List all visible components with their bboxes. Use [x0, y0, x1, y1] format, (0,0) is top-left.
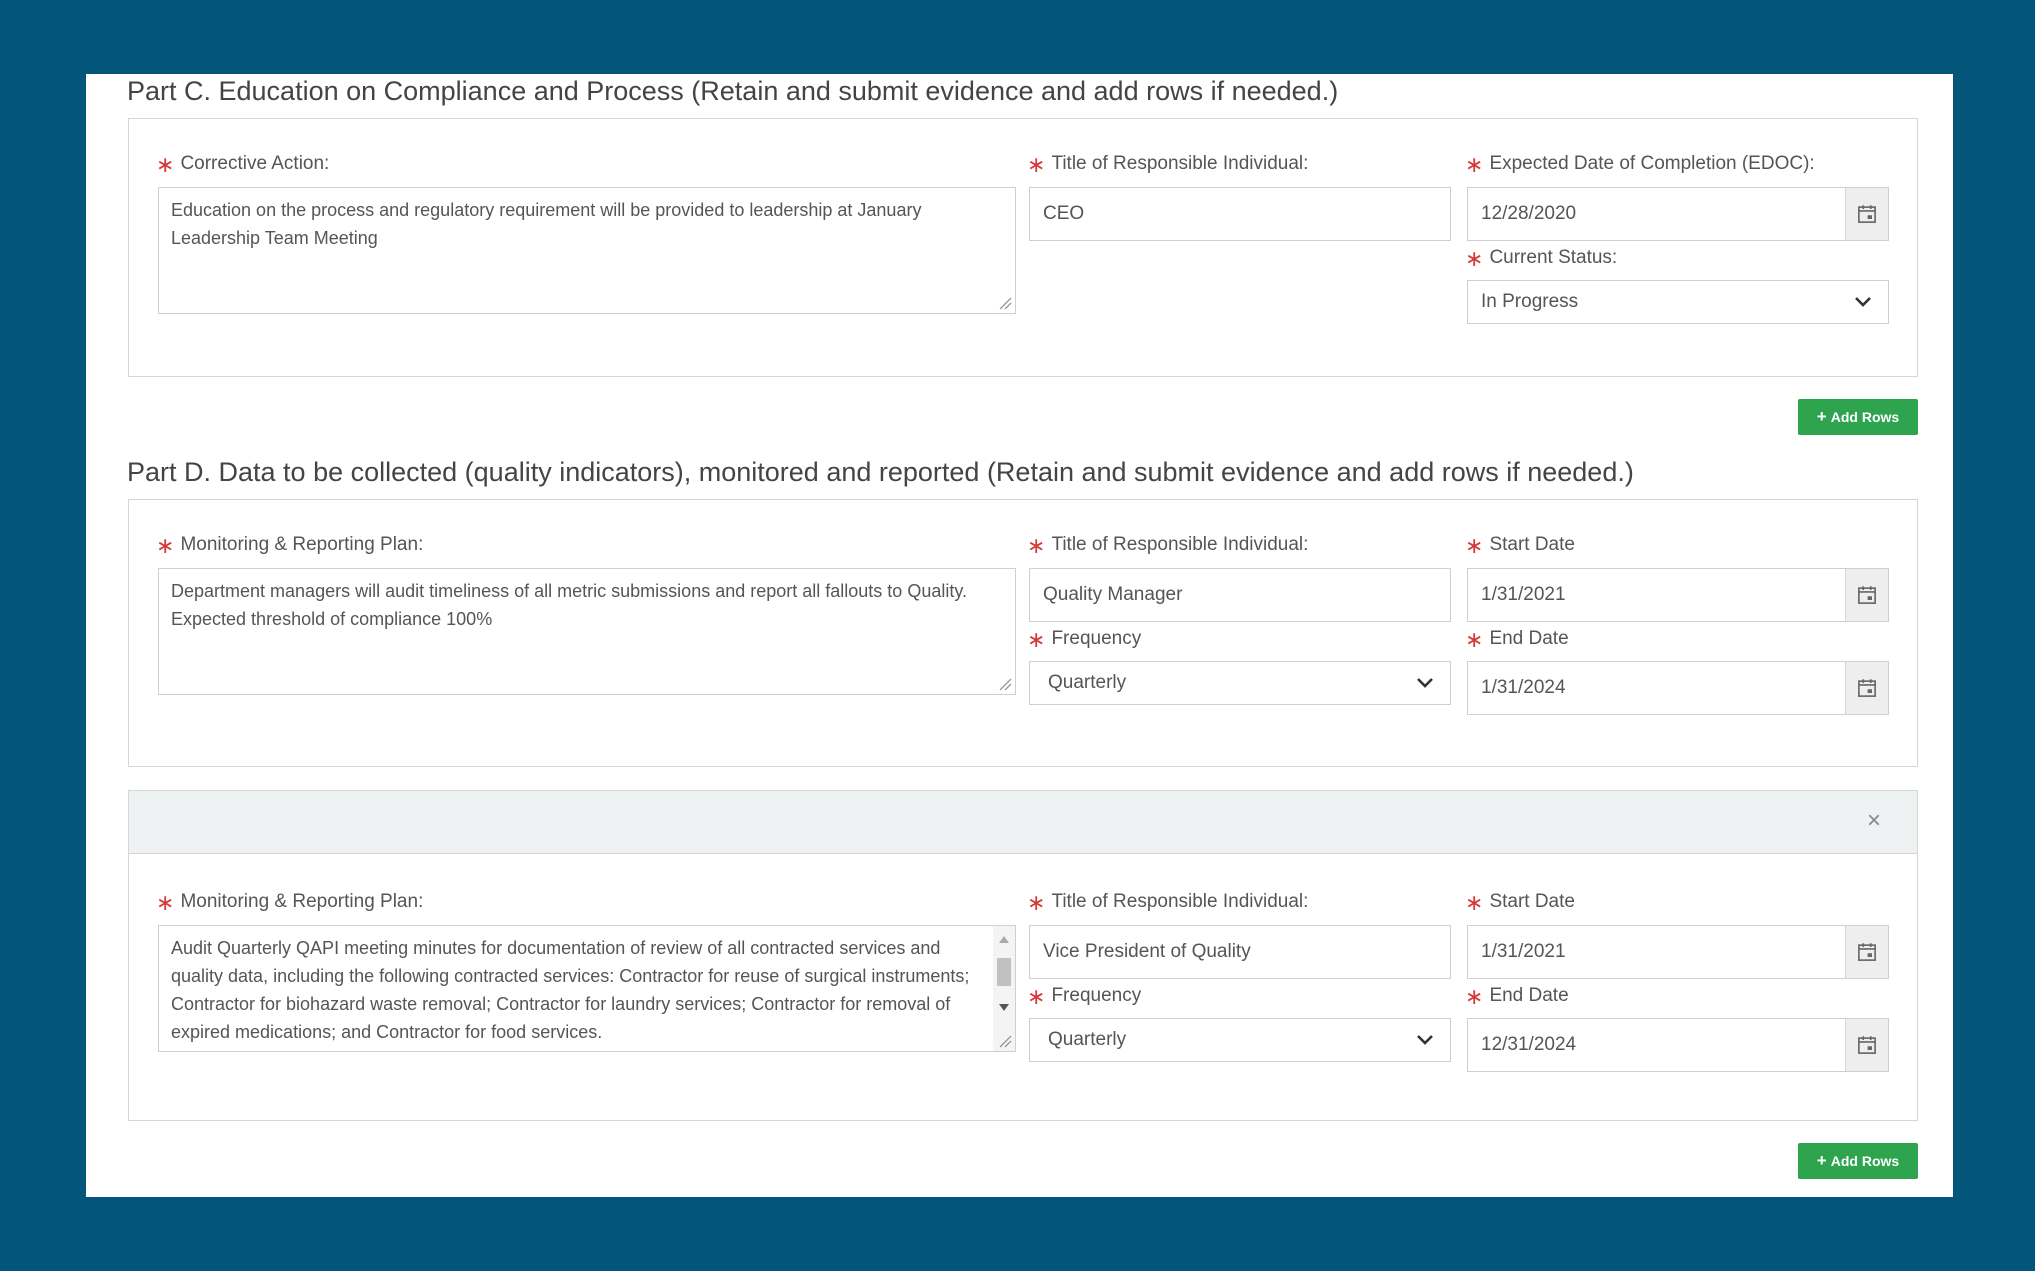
- calendar-icon: [1857, 204, 1877, 224]
- responsible-value: CEO: [1043, 203, 1085, 224]
- required-marker: ∗: [156, 890, 175, 915]
- edoc-date-input[interactable]: 12/28/2020: [1467, 187, 1889, 241]
- calendar-button[interactable]: [1845, 1019, 1888, 1071]
- required-marker: ∗: [1465, 984, 1484, 1009]
- required-marker: ∗: [156, 152, 175, 177]
- end-date-input[interactable]: 12/31/2024: [1467, 1018, 1889, 1072]
- add-rows-button-part-d[interactable]: + Add Rows: [1798, 1143, 1918, 1179]
- plan-text: Department managers will audit timelines…: [171, 581, 967, 629]
- required-marker: ∗: [1465, 152, 1484, 177]
- part-d-card-1: ∗ Monitoring & Reporting Plan: Department…: [128, 499, 1918, 767]
- end-date-value: 12/31/2024: [1481, 1034, 1577, 1055]
- calendar-icon: [1857, 1035, 1877, 1055]
- start-date-value: 1/31/2021: [1481, 941, 1566, 962]
- form-page: Part C. Education on Compliance and Proc…: [86, 74, 1953, 1197]
- frequency-select[interactable]: Quarterly: [1029, 661, 1451, 705]
- scroll-up-arrow-icon[interactable]: [999, 936, 1009, 943]
- required-marker: ∗: [1027, 890, 1046, 915]
- edoc-label: ∗ Expected Date of Completion (EDOC):: [1465, 152, 1815, 177]
- responsible-value: Vice President of Quality: [1043, 941, 1251, 962]
- edoc-value: 12/28/2020: [1481, 203, 1577, 224]
- calendar-icon: [1857, 585, 1877, 605]
- plus-icon: +: [1816, 1151, 1827, 1170]
- end-date-value: 1/31/2024: [1481, 677, 1566, 698]
- responsible-value: Quality Manager: [1043, 584, 1183, 605]
- calendar-button[interactable]: [1845, 926, 1888, 978]
- end-date-input[interactable]: 1/31/2024: [1467, 661, 1889, 715]
- frequency-value: Quarterly: [1048, 672, 1127, 693]
- start-date-label: ∗ Start Date: [1465, 533, 1575, 558]
- required-marker: ∗: [1027, 152, 1046, 177]
- plan-textarea[interactable]: Department managers will audit timelines…: [158, 568, 1016, 695]
- scroll-down-arrow-icon[interactable]: [999, 1004, 1009, 1011]
- start-date-input[interactable]: 1/31/2021: [1467, 925, 1889, 979]
- responsible-input[interactable]: Quality Manager: [1029, 568, 1451, 622]
- resize-grip-icon[interactable]: [998, 296, 1012, 310]
- status-value: In Progress: [1481, 291, 1579, 312]
- start-date-input[interactable]: 1/31/2021: [1467, 568, 1889, 622]
- plan-text: Audit Quarterly QAPI meeting minutes for…: [171, 938, 970, 1042]
- required-marker: ∗: [1465, 890, 1484, 915]
- part-c-card: ∗ Corrective Action: Education on the pro…: [128, 118, 1918, 377]
- required-marker: ∗: [1027, 984, 1046, 1009]
- resize-grip-icon[interactable]: [998, 1034, 1012, 1048]
- end-date-label: ∗ End Date: [1465, 984, 1569, 1009]
- calendar-button[interactable]: [1845, 569, 1888, 621]
- end-date-label: ∗ End Date: [1465, 627, 1569, 652]
- add-rows-button-part-c[interactable]: + Add Rows: [1798, 399, 1918, 435]
- chevron-down-icon: [1854, 296, 1872, 308]
- plan-textarea[interactable]: Audit Quarterly QAPI meeting minutes for…: [158, 925, 1016, 1052]
- start-date-label: ∗ Start Date: [1465, 890, 1575, 915]
- scroll-thumb[interactable]: [997, 958, 1011, 986]
- required-marker: ∗: [1465, 627, 1484, 652]
- responsible-label: ∗ Title of Responsible Individual:: [1027, 533, 1309, 558]
- required-marker: ∗: [1465, 533, 1484, 558]
- responsible-input[interactable]: CEO: [1029, 187, 1451, 241]
- status-select[interactable]: In Progress: [1467, 280, 1889, 324]
- corrective-action-textarea[interactable]: Education on the process and regulatory …: [158, 187, 1016, 314]
- corrective-action-text: Education on the process and regulatory …: [171, 200, 922, 248]
- frequency-select[interactable]: Quarterly: [1029, 1018, 1451, 1062]
- required-marker: ∗: [1027, 627, 1046, 652]
- responsible-label: ∗ Title of Responsible Individual:: [1027, 890, 1309, 915]
- required-marker: ∗: [1465, 246, 1484, 271]
- calendar-icon: [1857, 678, 1877, 698]
- chevron-down-icon: [1416, 677, 1434, 689]
- row-header: ×: [129, 791, 1917, 854]
- responsible-input[interactable]: Vice President of Quality: [1029, 925, 1451, 979]
- plus-icon: +: [1816, 407, 1827, 426]
- part-d-card-2: × ∗ Monitoring & Reporting Plan: Audit Qu…: [128, 790, 1918, 1121]
- calendar-button[interactable]: [1845, 662, 1888, 714]
- part-c-title: Part C. Education on Compliance and Proc…: [127, 76, 1339, 106]
- corrective-action-label: ∗ Corrective Action:: [156, 152, 330, 177]
- calendar-icon: [1857, 942, 1877, 962]
- calendar-button[interactable]: [1845, 188, 1888, 240]
- textarea-scrollbar[interactable]: [993, 926, 1015, 1051]
- frequency-label: ∗ Frequency: [1027, 984, 1142, 1009]
- frequency-label: ∗ Frequency: [1027, 627, 1142, 652]
- status-label: ∗ Current Status:: [1465, 246, 1618, 271]
- part-d-title: Part D. Data to be collected (quality in…: [127, 457, 1634, 487]
- resize-grip-icon[interactable]: [998, 677, 1012, 691]
- responsible-label: ∗ Title of Responsible Individual:: [1027, 152, 1309, 177]
- remove-row-close-icon[interactable]: ×: [1867, 809, 1881, 833]
- frequency-value: Quarterly: [1048, 1029, 1127, 1050]
- required-marker: ∗: [1027, 533, 1046, 558]
- plan-label: ∗ Monitoring & Reporting Plan:: [156, 533, 424, 558]
- plan-label: ∗ Monitoring & Reporting Plan:: [156, 890, 424, 915]
- start-date-value: 1/31/2021: [1481, 584, 1566, 605]
- chevron-down-icon: [1416, 1034, 1434, 1046]
- required-marker: ∗: [156, 533, 175, 558]
